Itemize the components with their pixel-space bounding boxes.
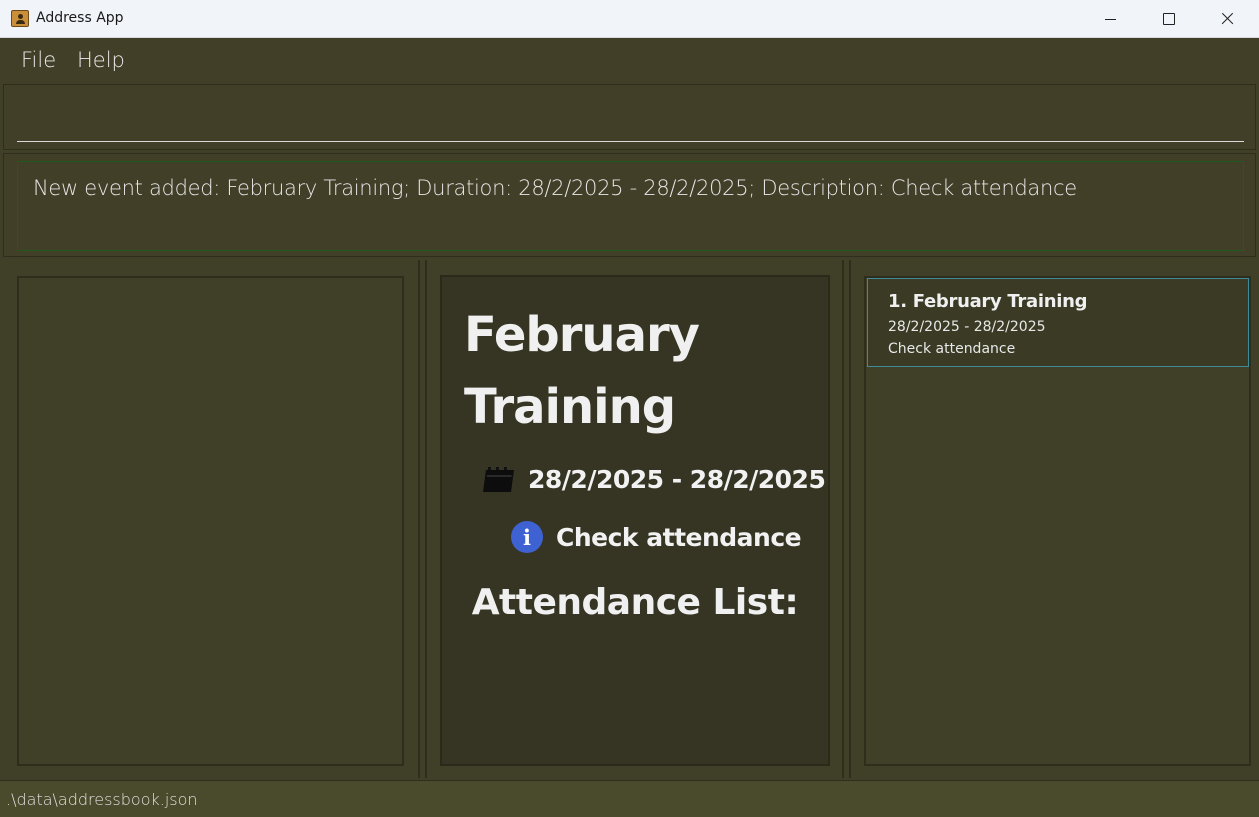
menu-help[interactable]: Help: [77, 48, 125, 72]
split-divider-left[interactable]: [418, 260, 427, 778]
event-list-item-description: Check attendance: [888, 341, 1016, 357]
info-icon: i: [511, 521, 543, 553]
event-duration-row: 28/2/2025 - 28/2/2025: [482, 465, 826, 494]
file-path: .\data\addressbook.json: [6, 790, 198, 809]
window-title: Address App: [36, 10, 124, 26]
event-detail-panel: February Training 28/2/2025 - 28/2/2025 …: [440, 275, 830, 766]
event-description: Check attendance: [556, 522, 802, 552]
maximize-button[interactable]: [1140, 0, 1198, 38]
main-panes: February Training 28/2/2025 - 28/2/2025 …: [3, 260, 1256, 778]
result-display: New event added: February Training; Dura…: [3, 153, 1256, 257]
person-list-panel: [17, 276, 404, 766]
menu-file[interactable]: File: [21, 48, 56, 72]
event-list-item-duration: 28/2/2025 - 28/2/2025: [888, 319, 1046, 335]
event-list-item-title: 1. February Training: [888, 291, 1088, 312]
title-bar: Address App: [0, 0, 1259, 38]
event-duration: 28/2/2025 - 28/2/2025: [528, 465, 826, 494]
result-message: New event added: February Training; Dura…: [33, 176, 1077, 200]
event-list-item[interactable]: 1. February Training 28/2/2025 - 28/2/20…: [867, 278, 1249, 367]
result-frame: New event added: February Training; Dura…: [17, 161, 1244, 251]
calendar-icon: [483, 466, 514, 492]
event-title: February Training: [464, 307, 700, 435]
close-button[interactable]: [1198, 0, 1256, 38]
menu-bar: File Help: [0, 38, 1259, 82]
address-book-icon: [11, 10, 29, 27]
command-input[interactable]: [17, 141, 1244, 142]
event-description-row: i Check attendance: [511, 521, 802, 553]
minimize-button[interactable]: [1082, 0, 1140, 38]
status-bar: .\data\addressbook.json: [0, 780, 1259, 817]
split-divider-right[interactable]: [842, 260, 851, 778]
command-box[interactable]: [3, 84, 1256, 150]
event-list-panel: 1. February Training 28/2/2025 - 28/2/20…: [864, 276, 1251, 766]
attendance-list-heading: Attendance List:: [471, 582, 799, 623]
